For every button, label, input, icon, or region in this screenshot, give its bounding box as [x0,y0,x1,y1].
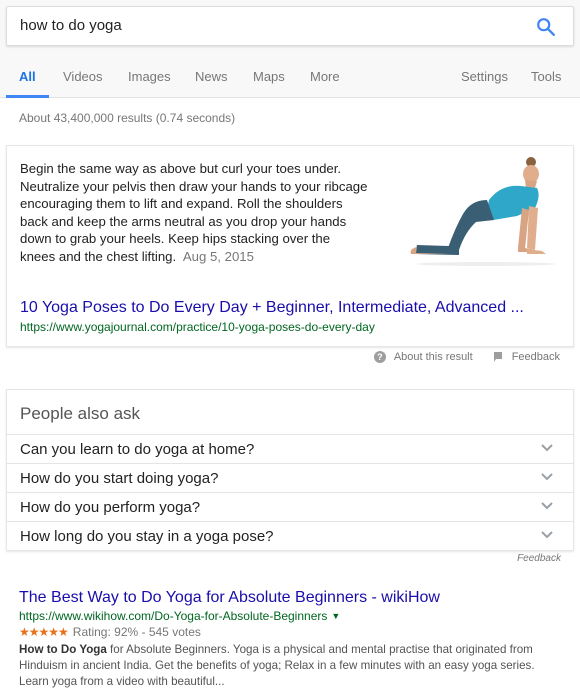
top-bar: All Videos Images News Maps More Setting… [0,0,580,98]
search-input[interactable] [20,17,500,34]
flag-icon [493,352,502,362]
paa-question[interactable]: How do you start doing yoga? [7,463,573,492]
result-rating: ★★★★★ Rating: 92% - 545 votes [19,625,201,639]
result-title-link[interactable]: The Best Way to Do Yoga for Absolute Beg… [19,589,440,607]
settings-link[interactable]: Settings [461,69,508,84]
feedback-button[interactable]: Feedback [493,351,560,363]
tab-news[interactable]: News [195,69,228,84]
about-this-result-button[interactable]: ? About this result [373,351,473,363]
paa-question-text: How do you perform yoga? [20,499,201,516]
search-tabs: All Videos Images News Maps More Setting… [0,66,580,98]
featured-snippet-title-link[interactable]: 10 Yoga Poses to Do Every Day + Beginner… [20,299,560,317]
search-icon[interactable] [535,16,557,38]
tab-more[interactable]: More [310,69,340,84]
featured-snippet-url: https://www.yogajournal.com/practice/10-… [20,320,375,334]
featured-snippet-date: Aug 5, 2015 [182,248,254,264]
result-stats: About 43,400,000 results (0.74 seconds) [19,111,236,125]
featured-snippet-text: Begin the same way as above but curl you… [20,160,368,265]
active-tab-indicator [6,95,49,98]
help-icon: ? [373,351,386,363]
rating-text: Rating: 92% - 545 votes [72,625,201,639]
search-box [6,6,574,46]
paa-question[interactable]: Can you learn to do yoga at home? [7,434,573,463]
paa-question[interactable]: How long do you stay in a yoga pose? [7,521,573,550]
about-this-result-label: About this result [393,351,473,363]
feedback-label: Feedback [511,351,560,363]
people-also-ask: People also ask Can you learn to do yoga… [6,389,574,551]
result-snippet-bold: How to Do Yoga [19,643,107,656]
paa-question[interactable]: How do you perform yoga? [7,492,573,521]
chevron-down-icon [541,444,553,452]
chevron-down-icon [541,502,553,510]
tools-link[interactable]: Tools [531,69,561,84]
snippet-feedback-bar: ? About this result Feedback [373,351,560,363]
tab-images[interactable]: Images [128,69,171,84]
star-rating-icon: ★★★★★ [19,625,69,639]
result-url: https://www.wikihow.com/Do-Yoga-for-Abso… [19,609,340,623]
featured-snippet: Begin the same way as above but curl you… [6,145,574,347]
paa-question-text: How long do you stay in a yoga pose? [20,528,274,545]
result-url-text: https://www.wikihow.com/Do-Yoga-for-Abso… [19,609,328,623]
tab-maps[interactable]: Maps [253,69,285,84]
caret-down-icon[interactable]: ▼ [331,611,340,621]
chevron-down-icon [541,473,553,481]
paa-question-text: Can you learn to do yoga at home? [20,441,255,458]
chevron-down-icon [541,531,553,539]
tab-all[interactable]: All [19,69,36,84]
people-also-ask-title: People also ask [20,404,141,423]
paa-feedback-link[interactable]: Feedback [517,553,561,564]
tab-videos[interactable]: Videos [63,69,103,84]
result-snippet: How to Do Yoga for Absolute Beginners. Y… [19,642,564,690]
yoga-pose-image[interactable] [401,150,563,266]
paa-question-text: How do you start doing yoga? [20,470,219,487]
